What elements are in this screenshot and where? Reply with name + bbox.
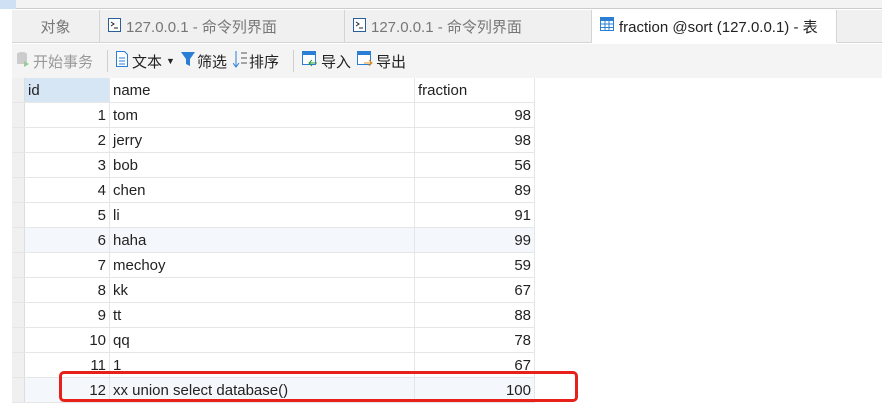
cell-fraction[interactable]: 91	[415, 203, 535, 227]
row-gutter[interactable]	[12, 103, 25, 127]
tab-console-1[interactable]: 127.0.0.1 - 命令列界面	[100, 10, 345, 43]
row-gutter[interactable]	[12, 153, 25, 177]
begin-transaction-button[interactable]: 开始事务	[16, 51, 93, 72]
column-header-fraction[interactable]: fraction	[415, 78, 535, 102]
header-row: id name fraction	[12, 78, 535, 103]
tab-objects[interactable]: 对象	[12, 10, 100, 43]
cell-fraction[interactable]: 88	[415, 303, 535, 327]
cell-id[interactable]: 2	[25, 128, 110, 152]
console-icon	[108, 17, 121, 36]
tab-label: 127.0.0.1 - 命令列界面	[371, 19, 522, 36]
toolbar: 开始事务 文本 ▼ 筛选 排序 导入 导出	[12, 44, 882, 78]
row-gutter[interactable]	[12, 353, 25, 377]
row-gutter[interactable]	[12, 303, 25, 327]
export-button[interactable]: 导出	[357, 51, 406, 72]
table-row[interactable]: 6 haha 99	[12, 228, 535, 253]
table-row[interactable]: 4 chen 89	[12, 178, 535, 203]
cell-id[interactable]: 5	[25, 203, 110, 227]
table-row[interactable]: 5 li 91	[12, 203, 535, 228]
cell-name[interactable]: li	[110, 203, 415, 227]
table-row[interactable]: 2 jerry 98	[12, 128, 535, 153]
cell-fraction[interactable]: 67	[415, 278, 535, 302]
text-button[interactable]: 文本 ▼	[116, 51, 175, 72]
cell-id[interactable]: 1	[25, 103, 110, 127]
cell-id[interactable]: 6	[25, 228, 110, 252]
row-gutter	[12, 78, 25, 102]
table-row[interactable]: 7 mechoy 59	[12, 253, 535, 278]
import-icon	[301, 51, 318, 71]
cell-fraction[interactable]: 99	[415, 228, 535, 252]
row-gutter[interactable]	[12, 378, 25, 402]
button-label: 导出	[376, 53, 407, 71]
cell-fraction[interactable]: 59	[415, 253, 535, 277]
cell-name[interactable]: tom	[110, 103, 415, 127]
tab-fraction-table[interactable]: fraction @sort (127.0.0.1) - 表	[592, 10, 837, 43]
cell-name[interactable]: kk	[110, 278, 415, 302]
divider	[292, 50, 294, 72]
cell-fraction[interactable]: 78	[415, 328, 535, 352]
cell-id[interactable]: 3	[25, 153, 110, 177]
cell-name[interactable]: bob	[110, 153, 415, 177]
cell-id[interactable]: 4	[25, 178, 110, 202]
document-icon	[116, 51, 129, 71]
cell-name[interactable]: tt	[110, 303, 415, 327]
tab-bar: 对象 127.0.0.1 - 命令列界面 127.0.0.1 - 命令列界面 f…	[12, 10, 882, 43]
table-row[interactable]: 1 tom 98	[12, 103, 535, 128]
tab-label: fraction @sort (127.0.0.1) - 表	[619, 18, 818, 36]
import-button[interactable]: 导入	[301, 51, 351, 72]
cell-id[interactable]: 8	[25, 278, 110, 302]
row-gutter[interactable]	[12, 278, 25, 302]
cell-fraction[interactable]: 98	[415, 128, 535, 152]
data-grid: id name fraction 1 tom 98 2 jerry 98 3 b…	[12, 78, 535, 403]
caret-down-icon: ▼	[166, 56, 175, 66]
annotation-highlight-box	[59, 371, 578, 402]
cell-name[interactable]: mechoy	[110, 253, 415, 277]
row-gutter[interactable]	[12, 128, 25, 152]
tab-label: 127.0.0.1 - 命令列界面	[126, 19, 277, 36]
cell-name[interactable]: jerry	[110, 128, 415, 152]
button-label: 导入	[320, 53, 351, 71]
table-row[interactable]: 9 tt 88	[12, 303, 535, 328]
sort-button[interactable]: 排序	[232, 50, 279, 72]
tab-label: 对象	[40, 19, 71, 36]
table-icon	[600, 17, 614, 35]
cell-id[interactable]: 10	[25, 328, 110, 352]
table-row[interactable]: 3 bob 56	[12, 153, 535, 178]
row-gutter[interactable]	[12, 203, 25, 227]
cell-fraction[interactable]: 89	[415, 178, 535, 202]
cell-name[interactable]: qq	[110, 328, 415, 352]
cell-id[interactable]: 9	[25, 303, 110, 327]
database-icon	[16, 51, 30, 71]
console-icon	[353, 17, 366, 36]
cell-fraction[interactable]: 56	[415, 153, 535, 177]
divider	[107, 50, 109, 72]
row-gutter[interactable]	[12, 328, 25, 352]
row-gutter[interactable]	[12, 178, 25, 202]
tab-console-2[interactable]: 127.0.0.1 - 命令列界面	[345, 10, 592, 43]
menu-selected	[0, 0, 16, 9]
row-gutter[interactable]	[12, 228, 25, 252]
table-row[interactable]: 10 qq 78	[12, 328, 535, 353]
button-label: 开始事务	[33, 53, 94, 71]
button-label: 排序	[248, 53, 279, 71]
button-label: 文本	[132, 53, 163, 71]
table-row[interactable]: 8 kk 67	[12, 278, 535, 303]
column-header-id[interactable]: id	[25, 78, 110, 102]
column-header-name[interactable]: name	[110, 78, 415, 102]
sort-icon	[232, 50, 247, 72]
row-gutter[interactable]	[12, 253, 25, 277]
filter-icon	[180, 51, 195, 71]
cell-name[interactable]: chen	[110, 178, 415, 202]
menu-bar	[0, 0, 882, 9]
cell-name[interactable]: haha	[110, 228, 415, 252]
cell-fraction[interactable]: 98	[415, 103, 535, 127]
cell-id[interactable]: 7	[25, 253, 110, 277]
filter-button[interactable]: 筛选	[180, 51, 227, 72]
export-icon	[357, 51, 373, 71]
button-label: 筛选	[196, 53, 227, 71]
